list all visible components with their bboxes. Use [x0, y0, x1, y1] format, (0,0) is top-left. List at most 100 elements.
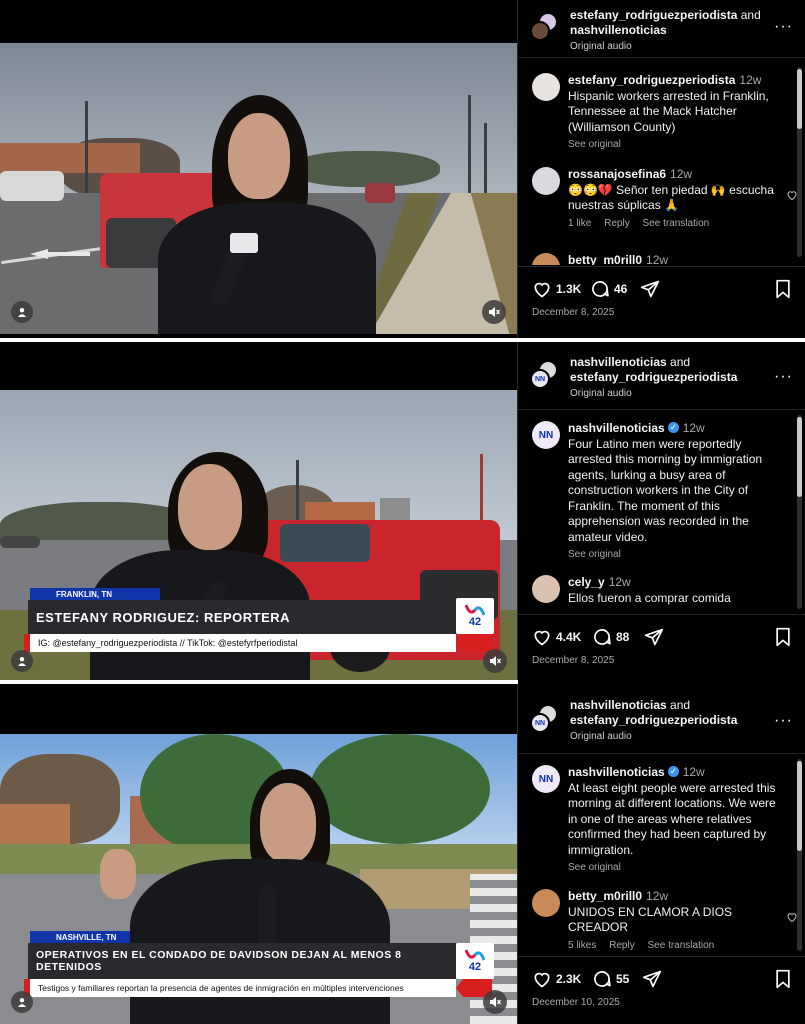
- face: [260, 783, 316, 863]
- avatar[interactable]: [532, 889, 560, 917]
- share-button[interactable]: [644, 627, 668, 647]
- avatar[interactable]: NN: [532, 765, 560, 793]
- heart-icon: [534, 972, 550, 988]
- comment-button[interactable]: 88: [592, 627, 629, 647]
- user-icon[interactable]: [11, 301, 33, 323]
- video-player[interactable]: FRANKLIN, TN ESTEFANY RODRIGUEZ: REPORTE…: [0, 342, 517, 680]
- avatar[interactable]: [532, 73, 560, 101]
- author-link[interactable]: estefany_rodriguezperiodista: [570, 713, 737, 727]
- comment-user[interactable]: nashvillenoticias: [568, 765, 665, 779]
- heart-icon: [534, 630, 550, 646]
- avatar[interactable]: [532, 167, 560, 195]
- video-player[interactable]: NASHVILLE, TN OPERATIVOS EN EL CONDADO D…: [0, 684, 517, 1024]
- share-button[interactable]: [640, 279, 664, 299]
- headline-bar: ESTEFANY RODRIGUEZ: REPORTERA: [28, 600, 456, 634]
- video-frame[interactable]: FRANKLIN, TN ESTEFANY RODRIGUEZ: REPORTE…: [0, 390, 517, 680]
- post-sidebar: NN nashvillenoticias and estefany_rodrig…: [517, 684, 805, 1024]
- comment-user[interactable]: betty_m0rill0: [568, 889, 642, 903]
- gesturing-hand: [100, 849, 136, 899]
- video-player[interactable]: [0, 0, 517, 338]
- post-header: NN nashvillenoticias and estefany_rodrig…: [518, 684, 805, 754]
- comment-user[interactable]: betty_m0rill0: [568, 253, 642, 265]
- univision-logo: 42: [456, 943, 494, 979]
- video-frame[interactable]: NASHVILLE, TN OPERATIVOS EN EL CONDADO D…: [0, 734, 517, 1024]
- author-link[interactable]: estefany_rodriguezperiodista: [570, 370, 737, 384]
- comment-user[interactable]: cely_y: [568, 575, 605, 589]
- reel-post-2: FRANKLIN, TN ESTEFANY RODRIGUEZ: REPORTE…: [0, 342, 805, 686]
- save-button[interactable]: [774, 279, 796, 299]
- video-frame[interactable]: [0, 43, 517, 334]
- location-tag: NASHVILLE, TN: [30, 931, 130, 943]
- share-button[interactable]: [642, 969, 666, 989]
- reply-button[interactable]: Reply: [604, 218, 630, 229]
- save-button[interactable]: [774, 969, 796, 989]
- univision-icon: [465, 949, 485, 961]
- see-translation-link[interactable]: See translation: [648, 940, 715, 951]
- verified-badge-icon: [667, 764, 679, 780]
- more-options-icon[interactable]: ···: [774, 368, 793, 386]
- avatar[interactable]: [532, 253, 560, 265]
- headline-bar: OPERATIVOS EN EL CONDADO DE DAVIDSON DEJ…: [28, 943, 456, 979]
- user-icon[interactable]: [11, 650, 33, 672]
- comments-list: estefany_rodriguezperiodista 12w Hispanic…: [518, 59, 805, 265]
- see-original-link[interactable]: See original: [568, 139, 621, 150]
- actions-bar: 2.3K 55 December 10, 2025: [518, 956, 805, 1024]
- save-button[interactable]: [774, 627, 796, 647]
- like-count: 2.3K: [556, 972, 582, 986]
- comment-text: Ellos fueron a comprar comida: [568, 590, 731, 605]
- audio-label[interactable]: Original audio: [570, 731, 632, 742]
- bookmark-icon: [776, 627, 790, 647]
- like-button[interactable]: 2.3K: [532, 969, 581, 989]
- post-date: December 8, 2025: [532, 307, 615, 318]
- scrollbar-thumb[interactable]: [797, 69, 802, 129]
- avatar[interactable]: NN: [532, 421, 560, 449]
- scrollbar[interactable]: [797, 415, 802, 609]
- comment-user[interactable]: nashvillenoticias: [568, 421, 665, 435]
- scrollbar-thumb[interactable]: [797, 761, 802, 851]
- author-link[interactable]: nashvillenoticias: [570, 698, 667, 712]
- scrollbar[interactable]: [797, 67, 802, 257]
- subtitle-bar: IG: @estefany_rodriguezperiodista // Tik…: [28, 634, 456, 652]
- audio-label[interactable]: Original audio: [570, 41, 632, 52]
- author-avatars[interactable]: NN: [530, 704, 560, 734]
- comment-time: 12w: [670, 167, 693, 181]
- heart-icon: [534, 282, 550, 298]
- muted-speaker-icon[interactable]: [483, 990, 507, 1014]
- like-button[interactable]: 1.3K: [532, 279, 581, 299]
- muted-speaker-icon[interactable]: [483, 649, 507, 673]
- author-link[interactable]: nashvillenoticias: [570, 23, 667, 37]
- comment-likes[interactable]: 5 likes: [568, 940, 596, 951]
- caption-text: Hispanic workers arrested in Franklin, T…: [568, 88, 769, 134]
- comment-text: UNIDOS EN CLAMOR A DIOS CREADOR: [568, 904, 733, 935]
- univision-icon: [465, 604, 485, 616]
- truck: [0, 171, 64, 201]
- comment-likes[interactable]: 1 like: [568, 218, 591, 229]
- comment-user[interactable]: estefany_rodriguezperiodista: [568, 73, 735, 87]
- scrollbar-thumb[interactable]: [797, 417, 802, 497]
- comments-list: NN nashvillenoticias 12w Four Latino men …: [518, 411, 805, 613]
- comment-time: 12w: [646, 889, 669, 903]
- muted-speaker-icon[interactable]: [482, 300, 506, 324]
- comment-button[interactable]: 55: [592, 969, 629, 989]
- author-avatars[interactable]: NN: [530, 360, 560, 390]
- see-original-link[interactable]: See original: [568, 862, 621, 873]
- see-original-link[interactable]: See original: [568, 549, 621, 560]
- comment-user[interactable]: rossanajosefina6: [568, 167, 666, 181]
- user-icon[interactable]: [11, 991, 33, 1013]
- like-button[interactable]: 4.4K: [532, 627, 581, 647]
- more-options-icon[interactable]: ···: [774, 712, 793, 730]
- audio-label[interactable]: Original audio: [570, 388, 632, 399]
- avatar[interactable]: [532, 575, 560, 603]
- author-link[interactable]: estefany_rodriguezperiodista: [570, 8, 737, 22]
- author-names: nashvillenoticias and estefany_rodriguez…: [570, 355, 737, 401]
- bookmark-icon: [776, 969, 790, 989]
- scrollbar[interactable]: [797, 759, 802, 951]
- comment-count: 88: [616, 630, 630, 644]
- author-avatars[interactable]: [530, 12, 560, 42]
- see-translation-link[interactable]: See translation: [643, 218, 710, 229]
- comment-count: 55: [616, 972, 630, 986]
- author-link[interactable]: nashvillenoticias: [570, 355, 667, 369]
- comment-button[interactable]: 46: [590, 279, 627, 299]
- reply-button[interactable]: Reply: [609, 940, 635, 951]
- more-options-icon[interactable]: ···: [774, 18, 793, 36]
